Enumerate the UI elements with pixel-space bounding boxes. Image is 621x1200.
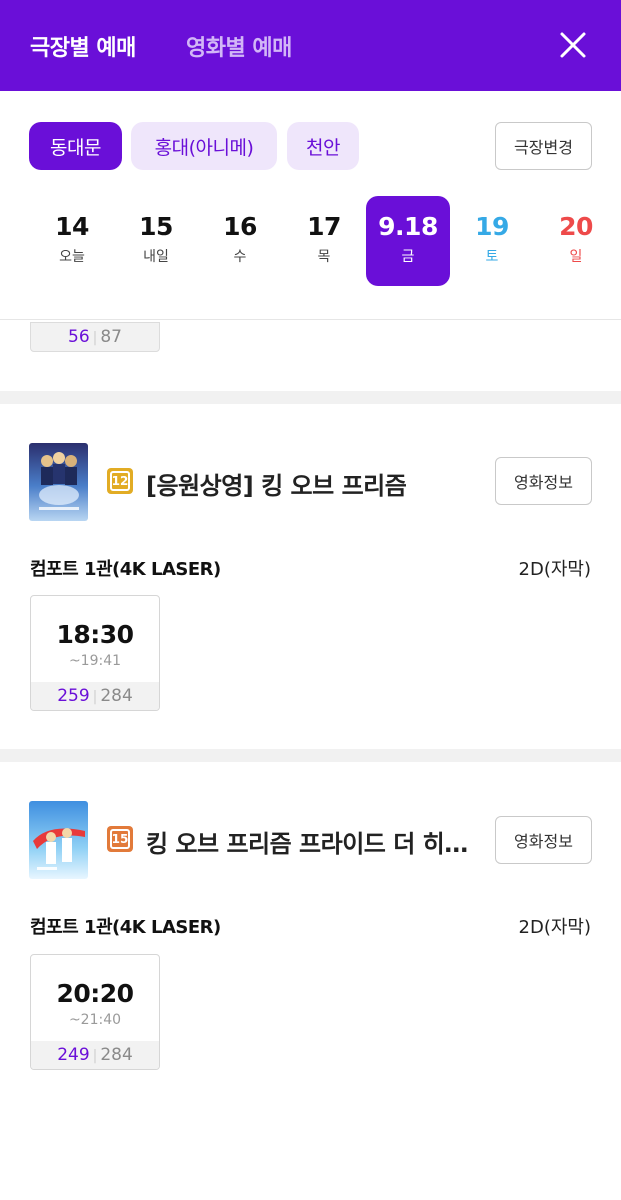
available-seats: 259 bbox=[57, 686, 90, 706]
date-item-selected[interactable]: 9.18 금 bbox=[366, 196, 450, 286]
close-icon[interactable] bbox=[556, 28, 590, 62]
age-rating-badge: 12 bbox=[107, 468, 133, 494]
showtime-card[interactable]: 18:30 ~19:41 259 | 284 bbox=[30, 595, 160, 711]
showtime-end: ~19:41 bbox=[68, 653, 122, 669]
movie-title[interactable]: 킹 오브 프리즘 프라이드 더 히어로 bbox=[146, 824, 476, 859]
screening-format: 2D(자막) bbox=[518, 559, 591, 580]
showtime-card[interactable]: 20:20 ~21:40 249 | 284 bbox=[30, 954, 160, 1070]
age-rating-value: 12 bbox=[110, 471, 130, 491]
showtime-seat-count[interactable]: 56 | 87 bbox=[30, 322, 160, 352]
theater-chip-dongdaemun[interactable]: 동대문 bbox=[29, 122, 122, 170]
movie-info-button[interactable]: 영화정보 bbox=[495, 457, 592, 505]
screen-name: 컴포트 1관(4K LASER) bbox=[30, 917, 221, 938]
date-number: 14 bbox=[55, 212, 89, 241]
theater-chip-hongdae[interactable]: 홍대(아니메) bbox=[131, 122, 277, 170]
header-bar: 극장별 예매 영화별 예매 bbox=[0, 0, 621, 91]
tab-theater-booking[interactable]: 극장별 예매 bbox=[30, 30, 136, 62]
date-item[interactable]: 17 목 bbox=[282, 196, 366, 286]
showtime-seat-count: 249 | 284 bbox=[31, 1041, 159, 1069]
movie-poster[interactable] bbox=[29, 443, 88, 521]
change-theater-button[interactable]: 극장변경 bbox=[495, 122, 592, 170]
showtime-seat-count: 259 | 284 bbox=[31, 682, 159, 710]
date-weekday: 수 bbox=[233, 249, 247, 265]
movie-title[interactable]: [응원상영] 킹 오브 프리즘 bbox=[146, 466, 476, 501]
section-gap bbox=[0, 391, 621, 404]
date-number: 16 bbox=[223, 212, 257, 241]
date-number: 20 bbox=[559, 212, 593, 241]
poster-image bbox=[29, 443, 88, 521]
date-number: 9.18 bbox=[378, 212, 438, 241]
divider bbox=[0, 319, 621, 320]
movie-poster[interactable] bbox=[29, 801, 88, 879]
date-number: 15 bbox=[139, 212, 173, 241]
date-item[interactable]: 16 수 bbox=[198, 196, 282, 286]
date-weekday: 오늘 bbox=[59, 249, 85, 265]
age-rating-value: 15 bbox=[110, 829, 130, 849]
showtime-end: ~21:40 bbox=[68, 1012, 122, 1028]
total-seats: 284 bbox=[100, 686, 133, 706]
date-item-sunday[interactable]: 20 일 bbox=[534, 196, 618, 286]
total-seats: 87 bbox=[100, 327, 122, 347]
seat-separator: | bbox=[92, 689, 98, 705]
total-seats: 284 bbox=[100, 1045, 133, 1065]
date-number: 17 bbox=[307, 212, 341, 241]
available-seats: 56 bbox=[68, 327, 90, 347]
screening-format: 2D(자막) bbox=[518, 917, 591, 938]
date-weekday: 내일 bbox=[143, 249, 169, 265]
showtime-start: 18:30 bbox=[56, 620, 134, 649]
screen-name: 컴포트 1관(4K LASER) bbox=[30, 559, 221, 580]
movie-info-button[interactable]: 영화정보 bbox=[495, 816, 592, 864]
seat-separator: | bbox=[92, 330, 98, 346]
date-item[interactable]: 14 오늘 bbox=[30, 196, 114, 286]
poster-image bbox=[29, 801, 88, 879]
showtime-start: 20:20 bbox=[56, 979, 134, 1008]
date-weekday: 금 bbox=[401, 249, 415, 265]
date-weekday: 목 bbox=[317, 249, 331, 265]
date-item-saturday[interactable]: 19 토 bbox=[450, 196, 534, 286]
age-rating-badge: 15 bbox=[107, 826, 133, 852]
tab-movie-booking[interactable]: 영화별 예매 bbox=[186, 30, 292, 62]
available-seats: 249 bbox=[57, 1045, 90, 1065]
date-weekday: 일 bbox=[569, 249, 583, 265]
seat-separator: | bbox=[92, 1048, 98, 1064]
date-number: 19 bbox=[475, 212, 509, 241]
date-weekday: 토 bbox=[485, 249, 499, 265]
date-item[interactable]: 15 내일 bbox=[114, 196, 198, 286]
section-gap bbox=[0, 749, 621, 762]
theater-chip-cheonan[interactable]: 천안 bbox=[287, 122, 359, 170]
